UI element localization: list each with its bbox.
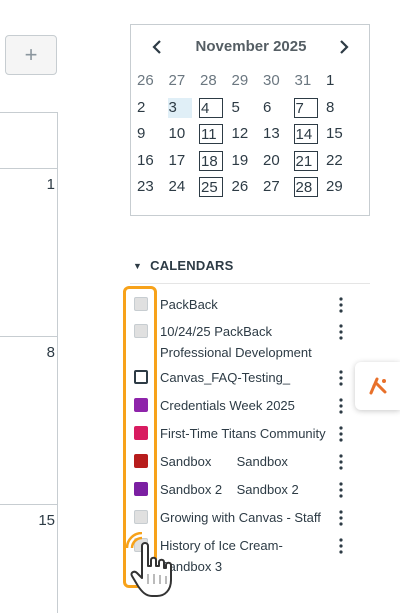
add-event-button[interactable]: + bbox=[5, 35, 57, 75]
calendars-heading-label: CALENDARS bbox=[150, 258, 234, 273]
kebab-menu-icon[interactable] bbox=[334, 425, 348, 443]
mini-calendar-day[interactable]: 25 bbox=[199, 177, 223, 197]
mini-calendar-day[interactable]: 11 bbox=[199, 124, 223, 144]
mini-calendar-day[interactable]: 1 bbox=[325, 71, 349, 91]
mini-calendar: November 2025 26 27 28 29 30 31 1 2 3 4 5 6 7 8 9 10 11 1… bbox=[130, 24, 370, 216]
week-divider bbox=[0, 168, 58, 169]
mini-calendar-title: November 2025 bbox=[195, 38, 307, 55]
mini-calendar-day[interactable]: 12 bbox=[231, 124, 255, 144]
mini-calendar-day[interactable]: 15 bbox=[325, 124, 349, 144]
kebab-menu-icon[interactable] bbox=[334, 509, 348, 527]
calendar-label: Canvas_FAQ-Testing_ bbox=[160, 370, 291, 385]
kebab-menu-icon[interactable] bbox=[334, 296, 348, 314]
caret-down-icon: ▼ bbox=[133, 261, 143, 271]
mini-calendar-day[interactable]: 31 bbox=[294, 71, 318, 91]
hand-pointer-icon bbox=[124, 531, 196, 604]
mini-calendar-day[interactable]: 18 bbox=[199, 150, 223, 171]
mini-calendar-day[interactable]: 7 bbox=[293, 97, 318, 118]
mini-calendar-day[interactable]: 13 bbox=[262, 124, 286, 144]
mini-calendar-day[interactable]: 19 bbox=[231, 151, 255, 171]
calendar-label: Credentials Week 2025 bbox=[160, 398, 295, 413]
mini-calendar-day[interactable]: 27 bbox=[262, 177, 286, 197]
calendar-label: PackBack bbox=[160, 297, 218, 312]
mini-calendar-day[interactable]: 20 bbox=[262, 151, 286, 171]
mini-calendar-day[interactable]: 26 bbox=[231, 177, 255, 197]
mini-calendar-day[interactable]: 29 bbox=[231, 71, 255, 91]
calendar-label: Growing with Canvas - Staff bbox=[160, 510, 321, 525]
mini-calendar-day[interactable]: 26 bbox=[136, 71, 160, 91]
day-number[interactable]: 1 bbox=[35, 176, 55, 193]
mini-calendar-day[interactable]: 30 bbox=[262, 71, 286, 91]
day-number[interactable]: 15 bbox=[35, 512, 55, 529]
divider bbox=[130, 283, 370, 284]
kebab-menu-icon[interactable] bbox=[334, 397, 348, 415]
mini-calendar-day[interactable]: 27 bbox=[168, 71, 192, 91]
chevron-right-icon[interactable] bbox=[336, 38, 352, 56]
mini-calendar-day[interactable]: 6 bbox=[262, 98, 286, 118]
mini-calendar-day[interactable]: 23 bbox=[136, 177, 160, 197]
day-column-border bbox=[57, 112, 58, 613]
mini-calendar-day[interactable]: 5 bbox=[231, 98, 255, 118]
app-logo-tab[interactable] bbox=[355, 362, 400, 410]
week-divider bbox=[0, 336, 58, 337]
calendar-label: Sandbox Sandbox bbox=[160, 454, 288, 469]
week-divider bbox=[0, 504, 58, 505]
kebab-menu-icon[interactable] bbox=[334, 537, 348, 555]
calendar-label: 10/24/25 PackBack Professional Developme… bbox=[160, 324, 312, 360]
day-number[interactable]: 8 bbox=[35, 344, 55, 361]
mini-calendar-day[interactable]: 17 bbox=[168, 151, 192, 171]
calendar-label: First-Time Titans Community bbox=[160, 426, 326, 441]
app-logo-icon bbox=[369, 377, 386, 395]
mini-calendar-day[interactable]: 2 bbox=[136, 98, 160, 118]
mini-calendar-day[interactable]: 10 bbox=[168, 124, 192, 144]
mini-calendar-day[interactable]: 8 bbox=[325, 98, 349, 118]
mini-calendar-day[interactable]: 9 bbox=[136, 124, 160, 144]
mini-calendar-day[interactable]: 21 bbox=[293, 150, 318, 171]
mini-calendar-day[interactable]: 29 bbox=[325, 177, 349, 197]
calendars-heading[interactable]: ▼ CALENDARS bbox=[133, 258, 234, 273]
mini-calendar-day[interactable]: 3 bbox=[167, 97, 192, 118]
mini-calendar-day[interactable]: 22 bbox=[325, 151, 349, 171]
kebab-menu-icon[interactable] bbox=[334, 323, 348, 341]
calendar-label: Sandbox 2 Sandbox 2 bbox=[160, 482, 299, 497]
mini-calendar-day[interactable]: 4 bbox=[199, 97, 223, 118]
mini-calendar-day[interactable]: 28 bbox=[199, 71, 223, 91]
kebab-menu-icon[interactable] bbox=[334, 481, 348, 499]
kebab-menu-icon[interactable] bbox=[334, 369, 348, 387]
mini-calendar-header: November 2025 bbox=[131, 25, 369, 69]
mini-calendar-day[interactable]: 14 bbox=[293, 124, 318, 144]
chevron-left-icon[interactable] bbox=[149, 38, 165, 56]
kebab-menu-icon[interactable] bbox=[334, 453, 348, 471]
mini-calendar-day[interactable]: 16 bbox=[136, 151, 160, 171]
mini-calendar-day[interactable]: 28 bbox=[293, 177, 318, 197]
mini-calendar-day[interactable]: 24 bbox=[168, 177, 192, 197]
